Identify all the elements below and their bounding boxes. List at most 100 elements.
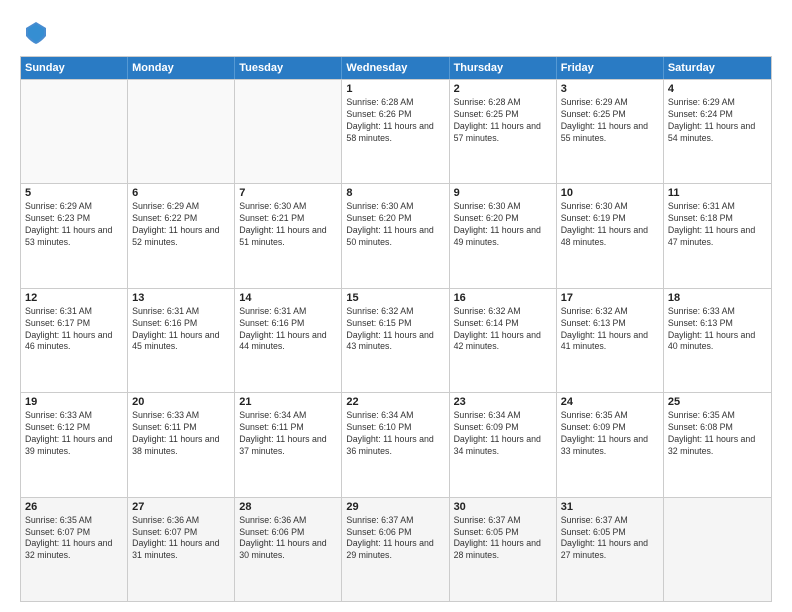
logo-icon bbox=[22, 18, 50, 46]
cell-sun-info: Sunrise: 6:34 AM Sunset: 6:11 PM Dayligh… bbox=[239, 410, 337, 458]
calendar-day-6: 6 Sunrise: 6:29 AM Sunset: 6:22 PM Daylig… bbox=[128, 184, 235, 287]
cell-date-number: 17 bbox=[561, 292, 659, 304]
cell-date-number: 21 bbox=[239, 396, 337, 408]
header bbox=[20, 18, 772, 46]
cell-sun-info: Sunrise: 6:31 AM Sunset: 6:16 PM Dayligh… bbox=[239, 306, 337, 354]
cell-sun-info: Sunrise: 6:31 AM Sunset: 6:18 PM Dayligh… bbox=[668, 201, 767, 249]
cell-date-number: 18 bbox=[668, 292, 767, 304]
calendar-header-thursday: Thursday bbox=[450, 57, 557, 79]
cell-date-number: 16 bbox=[454, 292, 552, 304]
calendar-day-21: 21 Sunrise: 6:34 AM Sunset: 6:11 PM Dayli… bbox=[235, 393, 342, 496]
calendar-day-5: 5Sunrise: 6:29 AM Sunset: 6:23 PM Daylig… bbox=[21, 184, 128, 287]
cell-date-number: 22 bbox=[346, 396, 444, 408]
cell-date-number: 9 bbox=[454, 187, 552, 199]
calendar-body: 1 Sunrise: 6:28 AM Sunset: 6:26 PM Daylig… bbox=[21, 79, 771, 601]
calendar-header-tuesday: Tuesday bbox=[235, 57, 342, 79]
page: SundayMondayTuesdayWednesdayThursdayFrid… bbox=[0, 0, 792, 612]
calendar-day-30: 30 Sunrise: 6:37 AM Sunset: 6:05 PM Dayli… bbox=[450, 498, 557, 601]
cell-sun-info: Sunrise: 6:32 AM Sunset: 6:15 PM Dayligh… bbox=[346, 306, 444, 354]
calendar-day-13: 13Sunrise: 6:31 AM Sunset: 6:16 PM Dayli… bbox=[128, 289, 235, 392]
calendar-header-monday: Monday bbox=[128, 57, 235, 79]
calendar-day-24: 24 Sunrise: 6:35 AM Sunset: 6:09 PM Dayli… bbox=[557, 393, 664, 496]
calendar-day-26: 26 Sunrise: 6:35 AM Sunset: 6:07 PM Dayli… bbox=[21, 498, 128, 601]
calendar-day-9: 9Sunrise: 6:30 AM Sunset: 6:20 PM Daylig… bbox=[450, 184, 557, 287]
cell-sun-info: Sunrise: 6:32 AM Sunset: 6:13 PM Dayligh… bbox=[561, 306, 659, 354]
calendar-empty-cell bbox=[21, 80, 128, 183]
calendar-header-saturday: Saturday bbox=[664, 57, 771, 79]
calendar-week-1: 1 Sunrise: 6:28 AM Sunset: 6:26 PM Daylig… bbox=[21, 79, 771, 183]
calendar-empty-cell bbox=[128, 80, 235, 183]
cell-date-number: 5 bbox=[25, 187, 123, 199]
cell-sun-info: Sunrise: 6:34 AM Sunset: 6:09 PM Dayligh… bbox=[454, 410, 552, 458]
calendar-empty-cell bbox=[664, 498, 771, 601]
calendar-day-7: 7Sunrise: 6:30 AM Sunset: 6:21 PM Daylig… bbox=[235, 184, 342, 287]
cell-sun-info: Sunrise: 6:29 AM Sunset: 6:25 PM Dayligh… bbox=[561, 97, 659, 145]
cell-sun-info: Sunrise: 6:35 AM Sunset: 6:07 PM Dayligh… bbox=[25, 515, 123, 563]
cell-sun-info: Sunrise: 6:37 AM Sunset: 6:05 PM Dayligh… bbox=[561, 515, 659, 563]
calendar-week-2: 5Sunrise: 6:29 AM Sunset: 6:23 PM Daylig… bbox=[21, 183, 771, 287]
cell-date-number: 4 bbox=[668, 83, 767, 95]
calendar-day-3: 3Sunrise: 6:29 AM Sunset: 6:25 PM Daylig… bbox=[557, 80, 664, 183]
cell-date-number: 23 bbox=[454, 396, 552, 408]
cell-sun-info: Sunrise: 6:33 AM Sunset: 6:11 PM Dayligh… bbox=[132, 410, 230, 458]
calendar-day-17: 17 Sunrise: 6:32 AM Sunset: 6:13 PM Dayli… bbox=[557, 289, 664, 392]
cell-sun-info: Sunrise: 6:37 AM Sunset: 6:06 PM Dayligh… bbox=[346, 515, 444, 563]
calendar-header-sunday: Sunday bbox=[21, 57, 128, 79]
cell-date-number: 1 bbox=[346, 83, 444, 95]
cell-date-number: 19 bbox=[25, 396, 123, 408]
cell-sun-info: Sunrise: 6:29 AM Sunset: 6:24 PM Dayligh… bbox=[668, 97, 767, 145]
calendar-empty-cell bbox=[235, 80, 342, 183]
cell-sun-info: Sunrise: 6:30 AM Sunset: 6:20 PM Dayligh… bbox=[346, 201, 444, 249]
calendar-day-27: 27Sunrise: 6:36 AM Sunset: 6:07 PM Dayli… bbox=[128, 498, 235, 601]
calendar: SundayMondayTuesdayWednesdayThursdayFrid… bbox=[20, 56, 772, 602]
calendar-day-19: 19Sunrise: 6:33 AM Sunset: 6:12 PM Dayli… bbox=[21, 393, 128, 496]
calendar-day-2: 2 Sunrise: 6:28 AM Sunset: 6:25 PM Daylig… bbox=[450, 80, 557, 183]
cell-date-number: 15 bbox=[346, 292, 444, 304]
cell-date-number: 28 bbox=[239, 501, 337, 513]
calendar-week-3: 12 Sunrise: 6:31 AM Sunset: 6:17 PM Dayli… bbox=[21, 288, 771, 392]
cell-date-number: 14 bbox=[239, 292, 337, 304]
calendar-day-18: 18 Sunrise: 6:33 AM Sunset: 6:13 PM Dayli… bbox=[664, 289, 771, 392]
calendar-day-8: 8Sunrise: 6:30 AM Sunset: 6:20 PM Daylig… bbox=[342, 184, 449, 287]
cell-date-number: 31 bbox=[561, 501, 659, 513]
cell-sun-info: Sunrise: 6:35 AM Sunset: 6:09 PM Dayligh… bbox=[561, 410, 659, 458]
cell-date-number: 2 bbox=[454, 83, 552, 95]
calendar-day-20: 20 Sunrise: 6:33 AM Sunset: 6:11 PM Dayli… bbox=[128, 393, 235, 496]
cell-date-number: 29 bbox=[346, 501, 444, 513]
calendar-day-11: 11 Sunrise: 6:31 AM Sunset: 6:18 PM Dayli… bbox=[664, 184, 771, 287]
cell-date-number: 6 bbox=[132, 187, 230, 199]
cell-date-number: 24 bbox=[561, 396, 659, 408]
cell-sun-info: Sunrise: 6:30 AM Sunset: 6:19 PM Dayligh… bbox=[561, 201, 659, 249]
cell-sun-info: Sunrise: 6:34 AM Sunset: 6:10 PM Dayligh… bbox=[346, 410, 444, 458]
calendar-header-friday: Friday bbox=[557, 57, 664, 79]
cell-date-number: 12 bbox=[25, 292, 123, 304]
calendar-day-16: 16 Sunrise: 6:32 AM Sunset: 6:14 PM Dayli… bbox=[450, 289, 557, 392]
cell-sun-info: Sunrise: 6:37 AM Sunset: 6:05 PM Dayligh… bbox=[454, 515, 552, 563]
calendar-day-23: 23 Sunrise: 6:34 AM Sunset: 6:09 PM Dayli… bbox=[450, 393, 557, 496]
calendar-day-12: 12 Sunrise: 6:31 AM Sunset: 6:17 PM Dayli… bbox=[21, 289, 128, 392]
cell-date-number: 10 bbox=[561, 187, 659, 199]
cell-sun-info: Sunrise: 6:33 AM Sunset: 6:13 PM Dayligh… bbox=[668, 306, 767, 354]
cell-date-number: 26 bbox=[25, 501, 123, 513]
cell-sun-info: Sunrise: 6:35 AM Sunset: 6:08 PM Dayligh… bbox=[668, 410, 767, 458]
calendar-day-15: 15 Sunrise: 6:32 AM Sunset: 6:15 PM Dayli… bbox=[342, 289, 449, 392]
cell-sun-info: Sunrise: 6:29 AM Sunset: 6:22 PM Dayligh… bbox=[132, 201, 230, 249]
calendar-day-31: 31 Sunrise: 6:37 AM Sunset: 6:05 PM Dayli… bbox=[557, 498, 664, 601]
calendar-day-14: 14 Sunrise: 6:31 AM Sunset: 6:16 PM Dayli… bbox=[235, 289, 342, 392]
calendar-day-4: 4 Sunrise: 6:29 AM Sunset: 6:24 PM Daylig… bbox=[664, 80, 771, 183]
cell-sun-info: Sunrise: 6:36 AM Sunset: 6:06 PM Dayligh… bbox=[239, 515, 337, 563]
cell-sun-info: Sunrise: 6:31 AM Sunset: 6:17 PM Dayligh… bbox=[25, 306, 123, 354]
cell-sun-info: Sunrise: 6:28 AM Sunset: 6:25 PM Dayligh… bbox=[454, 97, 552, 145]
cell-date-number: 20 bbox=[132, 396, 230, 408]
cell-date-number: 13 bbox=[132, 292, 230, 304]
cell-date-number: 30 bbox=[454, 501, 552, 513]
calendar-day-28: 28 Sunrise: 6:36 AM Sunset: 6:06 PM Dayli… bbox=[235, 498, 342, 601]
cell-date-number: 11 bbox=[668, 187, 767, 199]
calendar-day-29: 29 Sunrise: 6:37 AM Sunset: 6:06 PM Dayli… bbox=[342, 498, 449, 601]
calendar-header-wednesday: Wednesday bbox=[342, 57, 449, 79]
calendar-week-4: 19Sunrise: 6:33 AM Sunset: 6:12 PM Dayli… bbox=[21, 392, 771, 496]
logo bbox=[20, 18, 50, 46]
calendar-day-10: 10 Sunrise: 6:30 AM Sunset: 6:19 PM Dayli… bbox=[557, 184, 664, 287]
cell-sun-info: Sunrise: 6:32 AM Sunset: 6:14 PM Dayligh… bbox=[454, 306, 552, 354]
cell-sun-info: Sunrise: 6:28 AM Sunset: 6:26 PM Dayligh… bbox=[346, 97, 444, 145]
